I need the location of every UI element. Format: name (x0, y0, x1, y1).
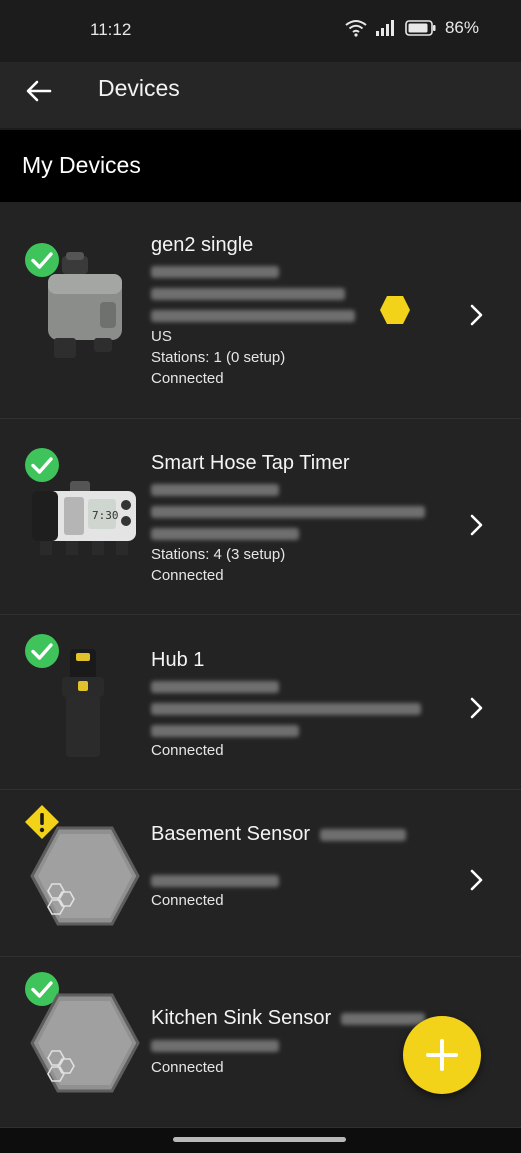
device-image (48, 252, 122, 358)
check-icon (25, 448, 59, 482)
back-arrow-icon (26, 80, 52, 102)
redacted-address (151, 288, 345, 300)
device-name-text: Kitchen Sink Sensor (151, 1007, 332, 1029)
device-row-gen2-single[interactable]: gen2 single US Stations: 1 (0 setup) Con… (0, 202, 521, 419)
redacted-serial (151, 875, 279, 887)
back-button[interactable] (22, 74, 56, 108)
device-country: US (151, 328, 172, 345)
redacted-serial (151, 1040, 279, 1052)
device-image (30, 826, 140, 926)
device-name: Smart Hose Tap Timer (151, 452, 350, 474)
battery-icon (405, 20, 436, 36)
status-bar: 11:12 86% (0, 0, 521, 62)
chevron-right-icon[interactable] (464, 303, 488, 327)
check-icon (25, 634, 59, 668)
device-row-basement-sensor[interactable]: Basement Sensor Connected (0, 790, 521, 957)
system-nav-bar (0, 1128, 521, 1153)
redacted-address (151, 528, 299, 540)
device-row-hub-1[interactable]: Hub 1 Connected (0, 615, 521, 790)
section-header: My Devices (0, 130, 521, 202)
svg-text:7:30: 7:30 (92, 509, 119, 522)
plus-icon (426, 1039, 458, 1071)
redacted-address (151, 703, 421, 715)
redacted-id (340, 1012, 425, 1025)
device-name: gen2 single (151, 234, 254, 256)
device-status: Connected (151, 1059, 224, 1076)
signal-icon (375, 20, 394, 36)
wifi-icon (345, 20, 367, 37)
device-name: Basement Sensor (151, 823, 406, 846)
redacted-address (151, 725, 299, 737)
device-name-text: Basement Sensor (151, 823, 310, 845)
chevron-right-icon[interactable] (464, 868, 488, 892)
device-stations: Stations: 4 (3 setup) (151, 546, 286, 563)
device-status: Connected (151, 370, 224, 387)
home-gesture-handle[interactable] (173, 1137, 346, 1142)
add-device-button[interactable] (403, 1016, 481, 1094)
device-status: Connected (151, 892, 224, 909)
redacted-serial (151, 266, 279, 278)
redacted-address (151, 506, 425, 518)
page-title: Devices (98, 75, 180, 101)
chevron-right-icon[interactable] (464, 696, 488, 720)
redacted-serial (151, 484, 279, 496)
device-image (30, 993, 140, 1093)
device-name: Kitchen Sink Sensor (151, 1007, 425, 1030)
device-row-smart-hose-tap-timer[interactable]: 7:30 Smart Hose Tap Timer Stations: 4 (3… (0, 419, 521, 615)
hexagon-alert-icon (380, 296, 410, 324)
chevron-right-icon[interactable] (464, 513, 488, 537)
device-stations: Stations: 1 (0 setup) (151, 349, 286, 366)
device-status: Connected (151, 567, 224, 584)
app-bar: Devices (0, 62, 521, 128)
status-icons: 86% (345, 18, 479, 38)
redacted-serial (151, 681, 279, 693)
device-image (62, 649, 104, 757)
status-time: 11:12 (90, 20, 132, 39)
device-image: 7:30 (32, 481, 136, 555)
redacted-id (319, 828, 406, 841)
redacted-address (151, 310, 355, 322)
device-status: Connected (151, 742, 224, 759)
battery-percent: 86% (444, 18, 479, 37)
device-name: Hub 1 (151, 649, 205, 671)
section-title: My Devices (22, 152, 141, 178)
